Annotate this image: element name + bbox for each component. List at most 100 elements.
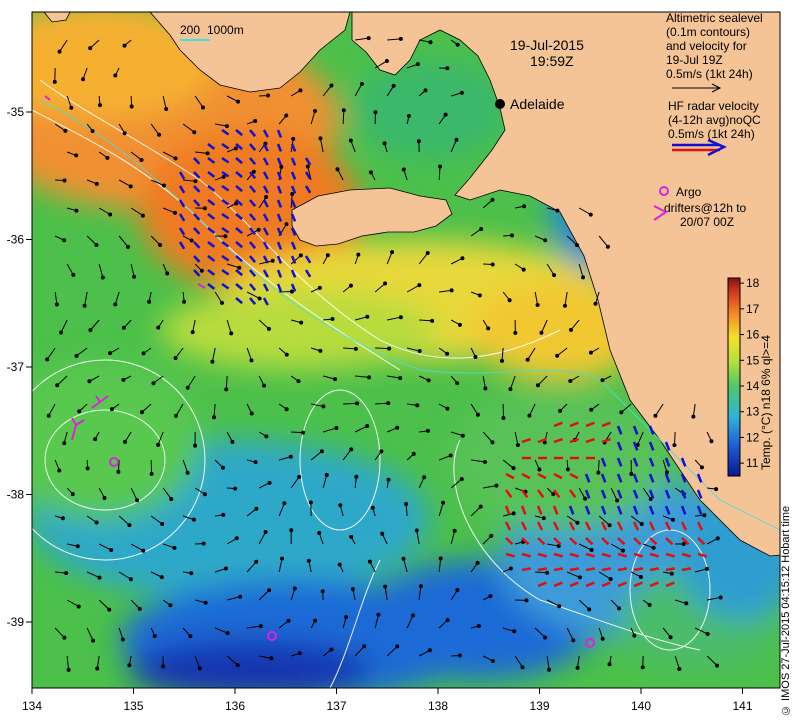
velocity-arrowhead — [356, 252, 361, 257]
y-axis: -35 -36 -37 -38 -39 — [7, 105, 32, 629]
alt-legend-line: Altimetric sealevel — [666, 11, 763, 25]
velocity-arrowhead — [200, 105, 205, 110]
velocity-arrowhead — [185, 470, 190, 475]
velocity-arrowhead — [306, 558, 311, 563]
velocity-arrowhead — [282, 501, 287, 506]
velocity-arrowhead — [541, 516, 546, 521]
velocity-arrowhead — [284, 222, 289, 227]
velocity-arrowhead — [398, 36, 403, 41]
velocity-arrowhead — [173, 355, 178, 360]
colorbar-tick-label: 16 — [746, 328, 760, 342]
velocity-arrowhead — [577, 575, 582, 580]
hf-legend-line: (4-12h avg)noQC — [668, 113, 761, 127]
velocity-arrowhead — [164, 106, 169, 111]
velocity-arrowhead — [284, 407, 289, 412]
velocity-arrowhead — [151, 381, 156, 386]
velocity-arrowhead — [301, 430, 306, 435]
velocity-arrowhead — [172, 545, 177, 550]
velocity-arrowhead — [589, 407, 594, 412]
velocity-arrowhead — [422, 475, 427, 480]
velocity-arrowhead — [350, 587, 355, 592]
isobath-1000-label: 1000m — [207, 23, 244, 37]
velocity-arrowhead — [297, 651, 302, 656]
velocity-arrowhead — [97, 575, 102, 580]
velocity-arrowhead — [348, 138, 353, 143]
velocity-arrowhead — [132, 274, 137, 279]
velocity-arrowhead — [317, 530, 322, 535]
velocity-arrowhead — [427, 648, 432, 653]
velocity-arrowhead — [605, 244, 610, 249]
velocity-arrowhead — [383, 584, 388, 589]
velocity-arrowhead — [85, 466, 90, 471]
velocity-arrowhead — [691, 414, 696, 419]
colorbar-tick-label: 18 — [746, 276, 760, 290]
velocity-arrowhead — [97, 103, 102, 108]
velocity-arrowhead — [651, 545, 656, 550]
velocity-arrowhead — [401, 556, 406, 561]
velocity-arrowhead — [382, 141, 387, 146]
velocity-arrowhead — [125, 244, 130, 249]
velocity-arrowhead — [581, 275, 586, 280]
velocity-arrowhead — [296, 379, 301, 384]
velocity-arrowhead — [715, 663, 720, 668]
velocity-arrowhead — [475, 412, 480, 417]
velocity-arrowhead — [629, 471, 634, 476]
velocity-arrowhead — [82, 303, 87, 308]
velocity-arrowhead — [508, 566, 513, 571]
velocity-arrowhead — [158, 243, 163, 248]
velocity-arrowhead — [298, 253, 303, 258]
velocity-arrowhead — [367, 559, 372, 564]
velocity-arrowhead — [219, 300, 224, 305]
velocity-arrowhead — [57, 49, 62, 54]
velocity-arrowhead — [235, 663, 240, 668]
velocity-arrowhead — [169, 497, 174, 502]
velocity-arrowhead — [668, 635, 673, 640]
velocity-arrowhead — [455, 42, 460, 47]
velocity-arrowhead — [513, 330, 518, 335]
x-tick-label: 134 — [22, 699, 42, 713]
velocity-arrowhead — [558, 408, 563, 413]
velocity-arrowhead — [639, 521, 644, 526]
velocity-arrowhead — [448, 453, 453, 458]
velocity-arrowhead — [562, 303, 567, 308]
velocity-arrowhead — [445, 66, 450, 71]
velocity-arrowhead — [535, 302, 540, 307]
argo-legend-line: 20/07 00Z — [680, 215, 734, 229]
velocity-arrowhead — [109, 407, 114, 412]
velocity-arrowhead — [443, 112, 448, 117]
velocity-arrowhead — [501, 415, 506, 420]
velocity-arrowhead — [483, 386, 488, 391]
velocity-arrowhead — [365, 314, 370, 319]
velocity-arrowhead — [366, 36, 371, 41]
velocity-arrowhead — [107, 607, 112, 612]
velocity-arrowhead — [156, 442, 161, 447]
colorbar-gradient — [727, 277, 741, 477]
velocity-arrowhead — [348, 283, 353, 288]
velocity-arrowhead — [139, 410, 144, 415]
hf-legend-line: 0.5m/s (1kt 24h) — [668, 127, 755, 141]
velocity-arrowhead — [230, 439, 235, 444]
velocity-arrowhead — [387, 346, 392, 351]
velocity-arrowhead — [95, 666, 100, 671]
colorbar-tick-label: 13 — [746, 405, 760, 419]
velocity-arrowhead — [312, 109, 317, 114]
velocity-arrowhead — [404, 502, 409, 507]
velocity-arrowhead — [147, 299, 152, 304]
velocity-arrowhead — [308, 500, 313, 505]
velocity-arrowhead — [90, 129, 95, 134]
velocity-arrowhead — [411, 451, 416, 456]
velocity-arrowhead — [521, 267, 526, 272]
velocity-arrowhead — [486, 326, 491, 331]
velocity-arrowhead — [62, 441, 67, 446]
velocity-arrowhead — [445, 618, 450, 623]
velocity-arrowhead — [236, 99, 241, 104]
velocity-arrowhead — [490, 440, 495, 445]
velocity-arrowhead — [557, 604, 562, 609]
velocity-arrowhead — [74, 353, 79, 358]
velocity-arrowhead — [423, 88, 428, 93]
velocity-arrowhead — [297, 474, 302, 479]
velocity-arrowhead — [225, 124, 230, 129]
velocity-arrowhead — [267, 588, 272, 593]
velocity-arrowhead — [589, 547, 594, 552]
x-tick-label: 140 — [631, 699, 651, 713]
